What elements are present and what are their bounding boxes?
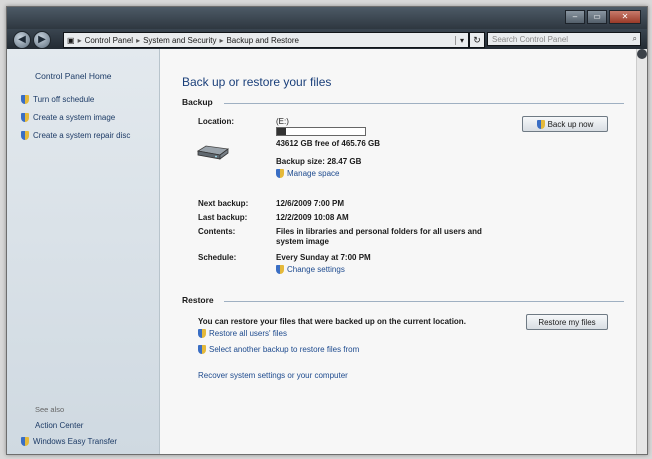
next-backup-value: 12/6/2009 7:00 PM xyxy=(276,199,345,208)
maximize-button[interactable]: ▭ xyxy=(587,10,607,24)
shield-icon xyxy=(198,329,206,338)
shield-icon xyxy=(21,113,29,122)
next-backup-label: Next backup: xyxy=(198,199,249,208)
last-backup-label: Last backup: xyxy=(198,213,248,222)
sidebar-control-panel-home[interactable]: Control Panel Home xyxy=(35,71,112,81)
change-settings-label: Change settings xyxy=(287,265,345,274)
restore-my-files-button[interactable]: Restore my files xyxy=(526,314,608,330)
back-up-now-label: Back up now xyxy=(547,119,594,129)
breadcrumb-backup-restore[interactable]: Backup and Restore xyxy=(223,36,302,45)
schedule-value: Every Sunday at 7:00 PM xyxy=(276,253,371,262)
sidebar-item-label: Create a system image xyxy=(33,113,116,122)
shield-icon xyxy=(21,131,29,140)
restore-section-heading: Restore xyxy=(182,295,214,305)
window-controls: – ▭ ✕ xyxy=(565,10,641,24)
search-input[interactable]: Search Control Panel ⌕ xyxy=(487,32,641,46)
recover-system-settings-link[interactable]: Recover system settings or your computer xyxy=(198,371,348,380)
minimize-button[interactable]: – xyxy=(565,10,585,24)
contents-label: Contents: xyxy=(198,227,236,236)
sidebar-link-easy-transfer[interactable]: Windows Easy Transfer xyxy=(21,437,117,446)
backup-restore-window: – ▭ ✕ ◀ ▶ ▣ ▸ Control Panel ▸ System and… xyxy=(6,6,648,455)
scroll-up-icon[interactable] xyxy=(637,49,647,59)
forward-button[interactable]: ▶ xyxy=(33,31,51,49)
restore-description: You can restore your files that were bac… xyxy=(198,317,466,326)
manage-space-label: Manage space xyxy=(287,169,340,178)
backup-size: Backup size: 28.47 GB xyxy=(276,157,362,166)
address-bar[interactable]: ▣ ▸ Control Panel ▸ System and Security … xyxy=(63,32,469,48)
shield-icon xyxy=(536,119,545,129)
back-up-now-button[interactable]: Back up now xyxy=(522,116,608,132)
shield-icon xyxy=(276,265,284,274)
scrollbar[interactable] xyxy=(636,49,647,454)
drive-usage-bar xyxy=(276,127,366,136)
close-button[interactable]: ✕ xyxy=(609,10,641,24)
shield-icon xyxy=(21,95,29,104)
sidebar-item-create-repair-disc[interactable]: Create a system repair disc xyxy=(21,131,130,140)
sidebar-item-create-system-image[interactable]: Create a system image xyxy=(21,113,115,122)
drive-free-space: 43612 GB free of 465.76 GB xyxy=(276,139,381,148)
backup-divider xyxy=(224,103,624,104)
back-button[interactable]: ◀ xyxy=(13,31,31,49)
address-dropdown-icon[interactable]: ▾ xyxy=(455,35,468,45)
page-title: Back up or restore your files xyxy=(182,75,332,89)
select-another-backup-link[interactable]: Select another backup to restore files f… xyxy=(198,345,359,354)
sidebar: Control Panel Home Turn off schedule Cre… xyxy=(7,49,160,454)
restore-divider xyxy=(224,301,624,302)
shield-icon xyxy=(276,169,284,178)
schedule-label: Schedule: xyxy=(198,253,237,262)
shield-icon xyxy=(21,437,29,446)
search-icon[interactable]: ⌕ xyxy=(633,34,637,44)
restore-my-files-label: Restore my files xyxy=(538,317,596,327)
restore-all-users-label: Restore all users' files xyxy=(209,329,287,338)
hard-drive-icon xyxy=(196,145,230,160)
sidebar-link-action-center[interactable]: Action Center xyxy=(35,421,83,430)
last-backup-value: 12/2/2009 10:08 AM xyxy=(276,213,349,222)
main-content: Back up or restore your files Backup Loc… xyxy=(160,49,647,454)
backup-section-heading: Backup xyxy=(182,97,213,107)
refresh-icon[interactable]: ↻ xyxy=(469,32,485,48)
control-panel-icon: ▣ xyxy=(67,35,75,45)
sidebar-item-label: Windows Easy Transfer xyxy=(33,437,118,446)
restore-all-users-link[interactable]: Restore all users' files xyxy=(198,329,287,338)
location-label: Location: xyxy=(198,117,234,126)
navigation-bar: ◀ ▶ ▣ ▸ Control Panel ▸ System and Secur… xyxy=(7,29,647,49)
breadcrumb-system-security[interactable]: System and Security xyxy=(140,36,219,45)
sidebar-item-label: Turn off schedule xyxy=(33,95,95,104)
search-placeholder: Search Control Panel xyxy=(492,34,569,44)
breadcrumb-control-panel[interactable]: Control Panel xyxy=(82,36,136,45)
manage-space-link[interactable]: Manage space xyxy=(276,169,339,178)
select-another-backup-label: Select another backup to restore files f… xyxy=(209,345,360,354)
contents-value: Files in libraries and personal folders … xyxy=(276,227,482,246)
drive-letter: (E:) xyxy=(276,117,289,126)
sidebar-item-turn-off-schedule[interactable]: Turn off schedule xyxy=(21,95,94,104)
drive-usage-fill xyxy=(277,128,286,135)
shield-icon xyxy=(198,345,206,354)
see-also-heading: See also xyxy=(35,405,65,414)
title-bar: – ▭ ✕ xyxy=(7,7,647,29)
sidebar-item-label: Create a system repair disc xyxy=(33,131,131,140)
change-settings-link[interactable]: Change settings xyxy=(276,265,345,274)
